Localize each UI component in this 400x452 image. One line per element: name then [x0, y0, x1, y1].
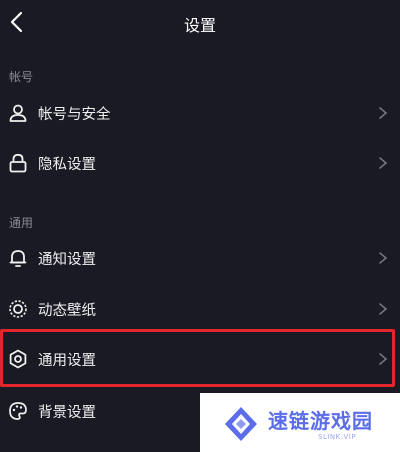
- highlight-box: [0, 329, 395, 387]
- watermark-logo-icon: [225, 407, 257, 441]
- user-icon: [9, 104, 27, 122]
- chevron-right-icon: [379, 107, 388, 119]
- bell-icon: [9, 250, 27, 267]
- page-title: 设置: [183, 16, 216, 35]
- chevron-right-icon: [379, 252, 388, 264]
- settings-item-label: 动态壁纸: [38, 303, 96, 319]
- wallpaper-icon: [9, 300, 27, 318]
- watermark-subtext: SLINK.VIP: [318, 433, 357, 441]
- settings-item-label: 隐私设置: [38, 157, 96, 173]
- watermark-text: 速链游戏园: [268, 409, 373, 433]
- chevron-right-icon: [379, 157, 388, 169]
- settings-item-account-security[interactable]: 帐号与安全: [0, 88, 400, 138]
- lock-icon: [9, 153, 27, 173]
- palette-icon: [9, 402, 27, 420]
- settings-item-label: 帐号与安全: [38, 107, 111, 123]
- settings-item-privacy[interactable]: 隐私设置: [0, 138, 400, 188]
- section-header-general: 通用: [9, 216, 34, 230]
- settings-item-label: 背景设置: [38, 405, 96, 421]
- settings-item-notifications[interactable]: 通知设置: [0, 233, 400, 283]
- chevron-right-icon: [379, 303, 388, 315]
- settings-item-label: 通知设置: [38, 252, 96, 268]
- section-header-account: 帐号: [9, 70, 34, 84]
- settings-item-live-wallpaper[interactable]: 动态壁纸: [0, 284, 400, 334]
- watermark: 速链游戏园 SLINK.VIP: [200, 393, 400, 452]
- top-bar: 设置: [0, 0, 400, 50]
